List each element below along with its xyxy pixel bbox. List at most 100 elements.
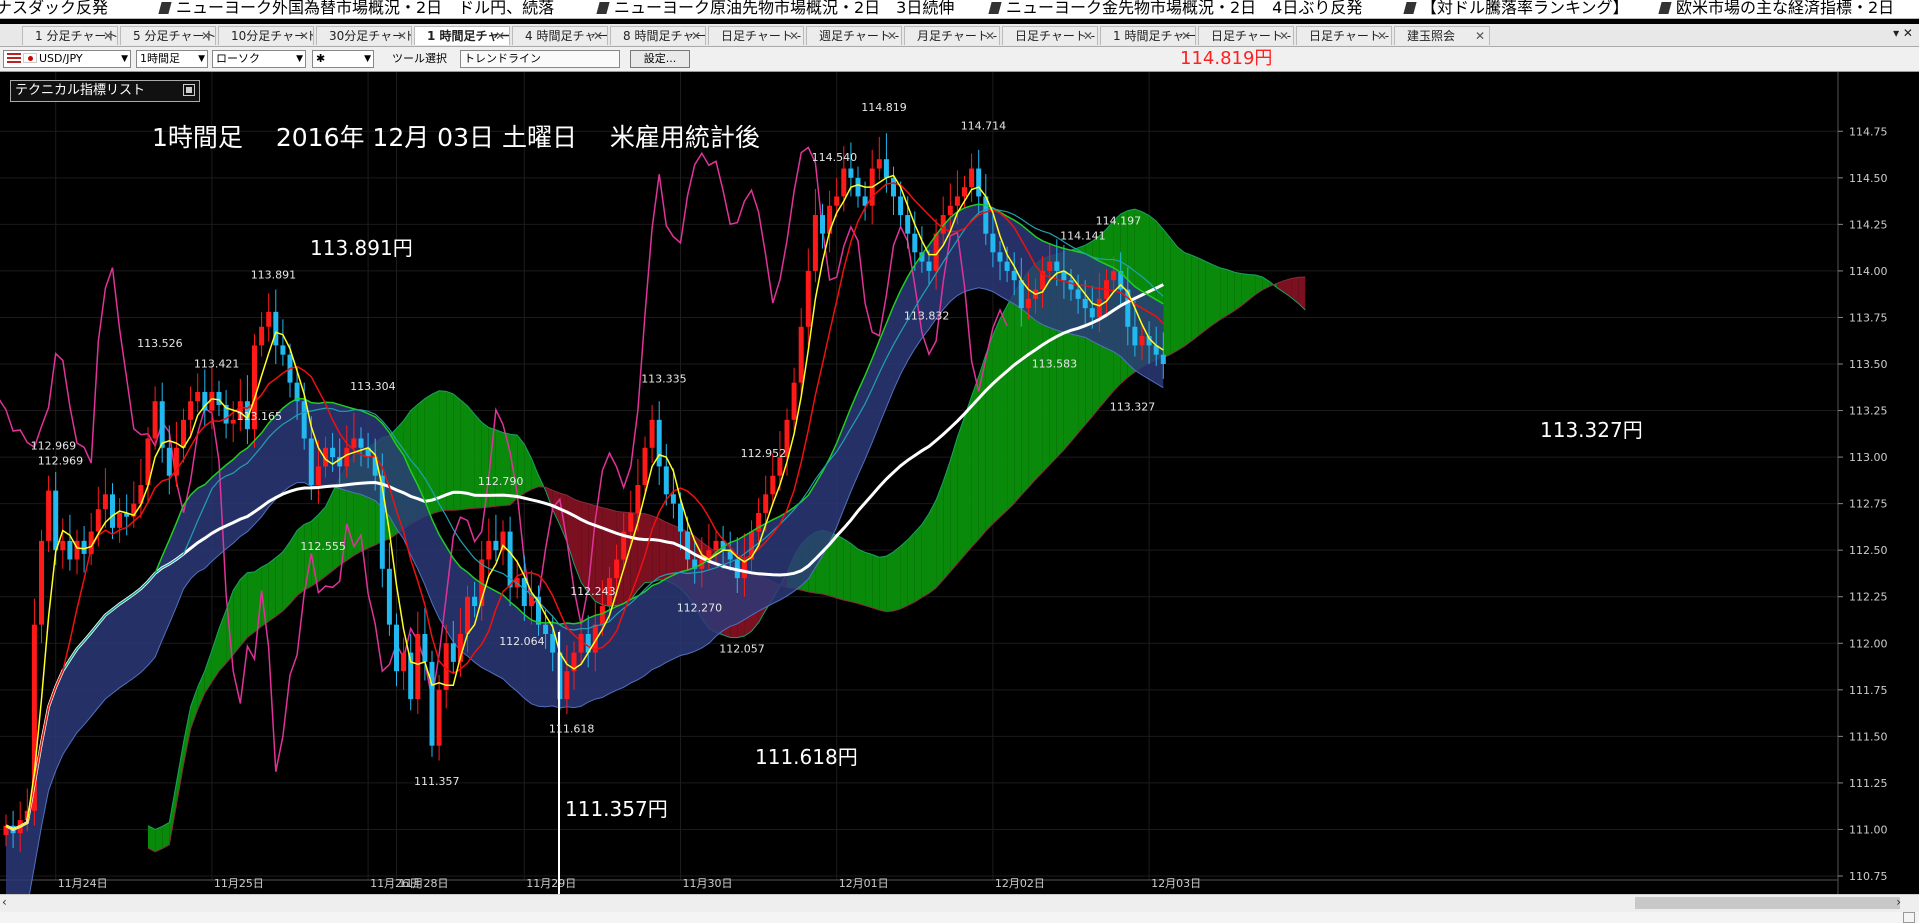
close-icon[interactable]: ✕	[985, 27, 995, 45]
candle-body	[301, 401, 307, 439]
tab-chart[interactable]: 月足チャート - U✕	[904, 26, 1000, 45]
tab-chart[interactable]: 1 時間足チャート✕	[414, 26, 510, 45]
tab-chart[interactable]: 4 時間足チャート✕	[512, 26, 608, 45]
ichimoku-cloud-segment	[929, 499, 937, 594]
tab-chart[interactable]: 日足チャート - U✕	[708, 26, 804, 45]
ichimoku-cloud-segment	[1213, 264, 1221, 325]
scroll-left-icon[interactable]: ‹	[2, 895, 7, 909]
price-point-label: 112.243	[570, 585, 616, 598]
chevron-down-icon: ▼	[296, 54, 303, 64]
price-point-label: 112.064	[499, 635, 545, 648]
tab-chart[interactable]: 週足チャート - U✕	[806, 26, 902, 45]
candle-body	[1075, 289, 1081, 299]
ichimoku-cloud-segment	[865, 552, 873, 608]
ichimoku-cloud-segment	[858, 549, 866, 606]
candle-body	[1054, 261, 1060, 271]
expand-icon[interactable]	[183, 84, 195, 96]
candle-body	[521, 578, 527, 607]
ichimoku-cloud-segment	[268, 557, 276, 622]
close-icon[interactable]: ✕	[397, 27, 407, 45]
candle-body	[273, 311, 279, 346]
price-chart[interactable]: 114.75 114.50 114.25 114.00 113.75 113.50 113.…	[0, 72, 1919, 901]
candle-body	[954, 196, 960, 206]
ichimoku-cloud-segment	[282, 541, 290, 611]
close-icon[interactable]: ✕	[1083, 27, 1093, 45]
tab-chart[interactable]: 日足チャート - EU✕	[1002, 26, 1098, 45]
ticker-item[interactable]: ナスダック反発	[0, 0, 108, 18]
candle-body	[386, 568, 392, 625]
tab-nav-icon[interactable]: ▾ ✕	[1893, 26, 1913, 40]
close-icon[interactable]: ✕	[1279, 27, 1289, 45]
close-icon[interactable]: ✕	[593, 27, 603, 45]
ichimoku-cloud-segment	[957, 416, 965, 564]
ichimoku-cloud-segment	[424, 394, 432, 517]
close-icon[interactable]: ✕	[887, 27, 897, 45]
price-axis-label: 114.50	[1849, 172, 1888, 185]
currency-pair-label: USD/JPY	[39, 52, 83, 65]
ichimoku-cloud-segment	[914, 524, 922, 603]
ticker-item[interactable]: 欧米市場の主な経済指標・2日	[1658, 0, 1894, 18]
currency-pair-select[interactable]: USD/JPY ▼	[3, 50, 131, 68]
price-axis-label: 110.75	[1849, 870, 1888, 883]
chevron-down-icon: ▼	[121, 54, 128, 64]
tab-chart[interactable]: 30分足チャート - ✕	[316, 26, 412, 45]
ticker-item[interactable]: ニューヨーク原油先物市場概況・2日 3日続伸	[596, 0, 954, 18]
resize-grip-icon[interactable]	[1903, 912, 1915, 923]
price-point-label: 112.952	[741, 447, 787, 460]
close-icon[interactable]: ✕	[299, 27, 309, 45]
settings-button[interactable]: 設定...	[630, 50, 690, 68]
time-axis-label: 12月01日	[839, 877, 889, 890]
tab-chart[interactable]: 日足チャート - GI✕	[1296, 26, 1392, 45]
price-point-label: 113.304	[350, 380, 396, 393]
horizontal-scrollbar[interactable]: ‹ ›	[0, 894, 1919, 912]
ichimoku-cloud-segment	[1234, 272, 1242, 311]
us-flag-icon	[7, 53, 21, 63]
tab-chart[interactable]: 5 分足チャート - ✕	[120, 26, 216, 45]
timeframe-select[interactable]: 1時間足 ▼	[136, 50, 208, 68]
chart-title: 1時間足 2016年 12月 03日 土曜日 米雇用統計後	[152, 123, 760, 152]
ticker-item[interactable]: ニューヨーク外国為替市場概況・2日 ドル円、続落	[158, 0, 554, 18]
candle-body	[330, 447, 336, 458]
price-point-label: 114.819	[861, 101, 907, 114]
ticker-item[interactable]: 【対ドル騰落率ランキング】	[1403, 0, 1629, 18]
close-icon[interactable]: ✕	[1475, 27, 1485, 45]
chart-type-select[interactable]: ローソク ▼	[212, 50, 306, 68]
tool-select-input[interactable]: トレンドライン	[460, 50, 620, 68]
candle-body	[969, 168, 975, 188]
close-icon[interactable]: ✕	[1377, 27, 1387, 45]
candle-body	[614, 559, 620, 579]
close-icon[interactable]: ✕	[1181, 27, 1191, 45]
tab-chart[interactable]: 1 時間足チャート✕	[1100, 26, 1196, 45]
candle-body	[791, 382, 797, 420]
tab-chart[interactable]: 建玉照会 ✕	[1394, 26, 1490, 45]
ticker-item[interactable]: ニューヨーク金先物市場概況・2日 4日ぶり反発	[988, 0, 1362, 18]
candle-body	[976, 168, 982, 197]
price-point-label: 111.357	[414, 775, 460, 788]
tab-chart[interactable]: 1 分足チャート - ✕	[22, 26, 118, 45]
price-point-label: 113.335	[641, 373, 687, 386]
close-icon[interactable]: ✕	[201, 27, 211, 45]
indicator-list-button[interactable]: テクニカル指標リスト	[10, 80, 200, 102]
ichimoku-cloud-segment	[275, 551, 283, 617]
scroll-right-icon[interactable]: ›	[1896, 895, 1901, 909]
candle-body	[685, 531, 691, 560]
close-icon[interactable]: ✕	[789, 27, 799, 45]
candle-body	[962, 187, 967, 197]
tab-chart[interactable]: 8 時間足チャート✕	[610, 26, 706, 45]
news-icon	[596, 2, 610, 14]
price-axis-label: 112.00	[1849, 637, 1888, 650]
close-icon[interactable]: ✕	[691, 27, 701, 45]
candle-body	[486, 540, 492, 560]
close-icon[interactable]: ✕	[103, 27, 113, 45]
candle-body	[166, 447, 172, 476]
ichimoku-cloud-segment	[240, 572, 248, 647]
price-point-label: 112.057	[719, 643, 765, 656]
candle-body	[642, 447, 648, 486]
tab-chart[interactable]: 日足チャート - U✕	[1198, 26, 1294, 45]
marker-select[interactable]: ✱ ▼	[312, 50, 374, 68]
scroll-thumb[interactable]	[1635, 897, 1900, 909]
close-icon[interactable]: ✕	[495, 27, 505, 45]
tab-chart[interactable]: 10分足チャート - ✕	[218, 26, 314, 45]
candle-body	[876, 159, 882, 169]
ichimoku-cloud-segment	[893, 546, 901, 612]
